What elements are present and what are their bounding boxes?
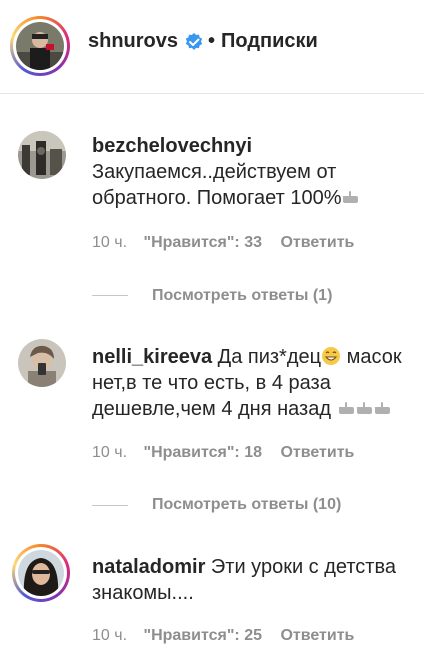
post-header: shnurovs • Подписки	[0, 0, 424, 94]
comment-text: Да пиз*дец	[217, 346, 322, 368]
comment-avatar[interactable]	[18, 339, 66, 387]
comment-time: 10 ч.	[92, 234, 128, 251]
comment-text: дешевле,чем 4 дня назад	[92, 396, 391, 422]
comment-username[interactable]: bezchelovechnyi	[92, 135, 252, 157]
comment-text: обратного. Помогает 100%	[92, 185, 359, 211]
comment-username[interactable]: nataladomir	[92, 556, 205, 578]
replies-divider	[92, 505, 128, 506]
author-avatar[interactable]	[10, 16, 70, 76]
comment-text: Закупаемся..действуем от	[92, 161, 337, 183]
comment-likes[interactable]: "Нравится": 33	[143, 234, 262, 251]
pointing-hand-icon	[337, 396, 391, 422]
comment-time: 10 ч.	[92, 627, 128, 644]
comment-username[interactable]: nelli_kireeva	[92, 346, 212, 368]
comment-text: знакомы....	[92, 582, 194, 604]
comment-time: 10 ч.	[92, 444, 128, 461]
comment-text: нет,в те что есть, в 4 раза	[92, 372, 331, 394]
following-button[interactable]: Подписки	[221, 30, 318, 53]
comment-likes[interactable]: "Нравится": 25	[143, 627, 262, 644]
replies-divider	[92, 295, 128, 296]
verified-badge-icon	[185, 33, 203, 50]
view-replies-button[interactable]: Посмотреть ответы (1)	[152, 287, 332, 305]
comment-likes[interactable]: "Нравится": 18	[143, 444, 262, 461]
comment-avatar[interactable]	[12, 544, 70, 602]
view-replies-button[interactable]: Посмотреть ответы (10)	[152, 496, 341, 514]
reply-button[interactable]: Ответить	[280, 234, 354, 251]
header-separator: •	[208, 30, 216, 52]
author-username[interactable]: shnurovs	[88, 30, 178, 53]
comment-avatar[interactable]	[18, 131, 66, 179]
pointing-hand-icon	[341, 185, 359, 211]
comment-text: Эти уроки с детства	[210, 556, 396, 578]
reply-button[interactable]: Ответить	[280, 627, 354, 644]
grinning-face-icon	[321, 344, 341, 370]
comment-text: масок	[346, 346, 402, 368]
reply-button[interactable]: Ответить	[280, 444, 354, 461]
